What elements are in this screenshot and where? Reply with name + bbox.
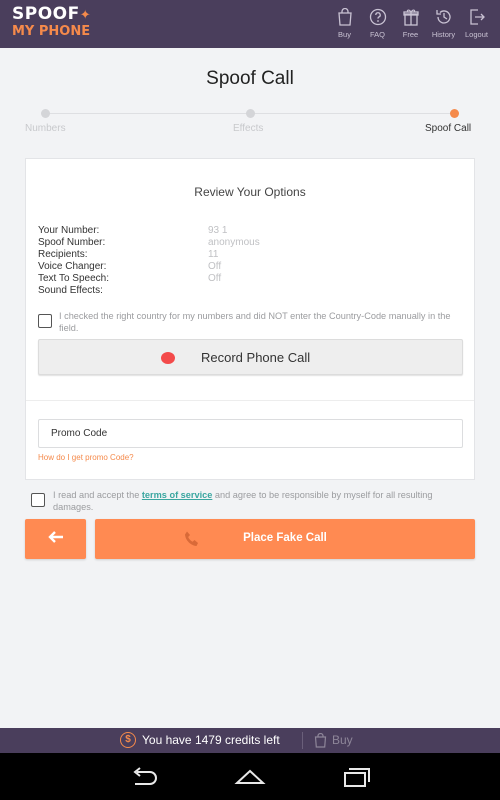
page-title: Spoof Call bbox=[206, 68, 294, 89]
step-dot-effects[interactable] bbox=[246, 109, 255, 118]
back-nav-icon[interactable] bbox=[129, 766, 159, 793]
terms-text-before: I read and accept the bbox=[53, 490, 142, 500]
option-key: Sound Effects: bbox=[38, 285, 103, 296]
question-icon bbox=[362, 6, 393, 28]
terms-checkbox[interactable] bbox=[31, 493, 45, 507]
credits-buy-link[interactable]: Buy bbox=[332, 733, 353, 747]
logout-icon bbox=[461, 6, 492, 28]
nav-history[interactable]: History bbox=[428, 6, 459, 39]
step-label-spoof-call: Spoof Call bbox=[425, 123, 472, 134]
record-button-label: Record Phone Call bbox=[201, 350, 311, 365]
nav-faq[interactable]: FAQ bbox=[362, 6, 393, 39]
option-key: Recipients: bbox=[38, 249, 88, 260]
card-divider bbox=[26, 400, 474, 401]
nav-history-label: History bbox=[431, 30, 456, 39]
history-icon bbox=[428, 6, 459, 28]
step-dot-numbers[interactable] bbox=[41, 109, 50, 118]
option-key: Text To Speech: bbox=[38, 273, 109, 284]
shopping-bag-icon[interactable] bbox=[314, 732, 327, 753]
record-dot-icon bbox=[161, 352, 175, 364]
review-title: Review Your Options bbox=[194, 185, 306, 199]
step-label-effects[interactable]: Effects bbox=[233, 123, 263, 134]
option-value: 11 bbox=[208, 249, 219, 260]
option-value: Off bbox=[208, 261, 222, 272]
gift-icon bbox=[395, 6, 426, 28]
app-header: SPOOF✦ MY PHONE Buy FAQ Free History Log… bbox=[0, 0, 500, 48]
credits-separator bbox=[302, 732, 303, 749]
place-fake-call-label: Place Fake Call bbox=[243, 532, 327, 544]
dollar-coin-icon: $ bbox=[120, 732, 136, 748]
credits-text: You have 1479 credits left bbox=[142, 733, 280, 747]
recent-apps-nav-icon[interactable] bbox=[342, 766, 372, 793]
promo-help-link[interactable]: How do I get promo Code? bbox=[38, 453, 134, 462]
terms-of-service-link[interactable]: terms of service bbox=[142, 490, 212, 500]
nav-logout[interactable]: Logout bbox=[461, 6, 492, 39]
nav-faq-label: FAQ bbox=[369, 30, 385, 39]
home-nav-icon[interactable] bbox=[234, 766, 266, 793]
step-dot-spoof-call bbox=[450, 109, 459, 118]
top-nav: Buy FAQ Free History Logout bbox=[327, 6, 492, 39]
nav-free[interactable]: Free bbox=[395, 6, 426, 39]
system-navigation-bar bbox=[0, 753, 500, 800]
option-key: Spoof Number: bbox=[38, 237, 106, 248]
option-key: Voice Changer: bbox=[38, 261, 107, 272]
record-phone-call-button[interactable]: Record Phone Call bbox=[38, 339, 463, 375]
option-value: Off bbox=[208, 273, 222, 284]
place-fake-call-button[interactable]: Place Fake Call bbox=[95, 519, 475, 559]
credits-bar: $ You have 1479 credits left Buy bbox=[0, 728, 500, 753]
nav-buy[interactable]: Buy bbox=[329, 6, 360, 39]
shopping-bag-icon bbox=[329, 6, 360, 28]
logo-line2: MY PHONE bbox=[12, 24, 91, 39]
nav-buy-label: Buy bbox=[338, 30, 351, 39]
review-card: Review Your Options Your Number: 93 1 Sp… bbox=[25, 158, 475, 480]
arrow-left-icon bbox=[47, 530, 64, 549]
back-button[interactable] bbox=[25, 519, 86, 559]
logo-line1: SPOOF bbox=[12, 4, 80, 24]
option-value: anonymous bbox=[208, 237, 260, 248]
option-key: Your Number: bbox=[38, 225, 100, 236]
terms-label: I read and accept the terms of service a… bbox=[53, 489, 473, 513]
nav-logout-label: Logout bbox=[465, 30, 488, 39]
nav-free-label: Free bbox=[402, 30, 419, 39]
country-confirm-label[interactable]: I checked the right country for my numbe… bbox=[59, 310, 459, 334]
app-logo[interactable]: SPOOF✦ MY PHONE bbox=[12, 4, 92, 39]
promo-code-input[interactable] bbox=[38, 419, 463, 448]
logo-spark-icon: ✦ bbox=[79, 8, 92, 23]
step-label-numbers[interactable]: Numbers bbox=[25, 123, 66, 134]
country-confirm-checkbox[interactable] bbox=[38, 314, 52, 328]
option-value: 93 1 bbox=[208, 225, 228, 236]
